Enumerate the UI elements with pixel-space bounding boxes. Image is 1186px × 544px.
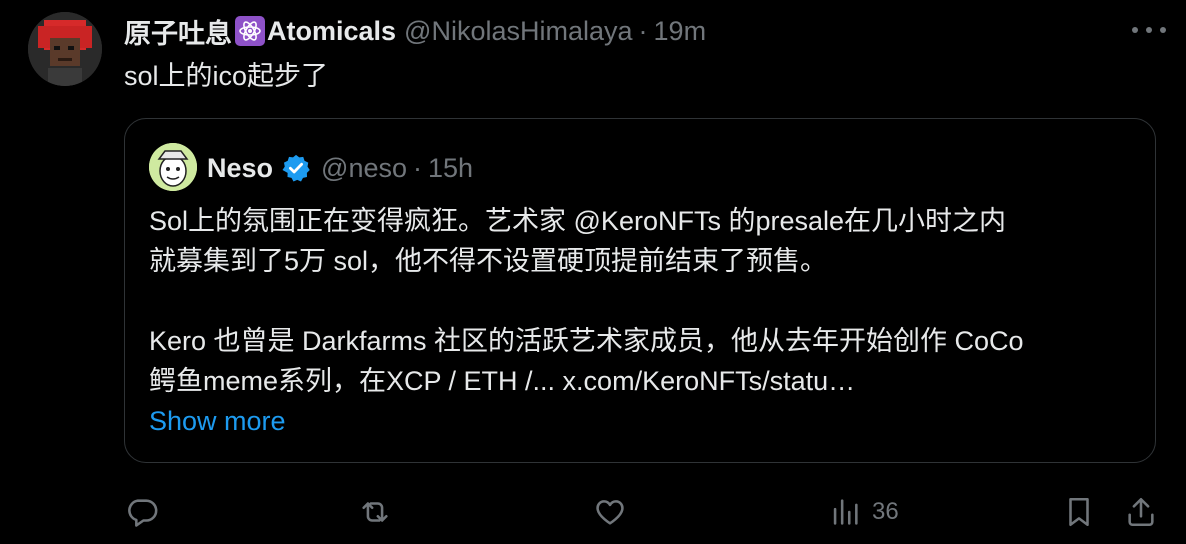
show-more-link[interactable]: Show more bbox=[149, 401, 1139, 441]
quoted-timestamp[interactable]: 15h bbox=[428, 153, 473, 184]
quoted-author-avatar[interactable] bbox=[149, 143, 197, 191]
reply-icon bbox=[128, 499, 158, 527]
author-handle[interactable]: @NikolasHimalaya bbox=[404, 16, 632, 47]
quoted-separator-dot: · bbox=[413, 152, 422, 183]
author-name-suffix[interactable]: Atomicals bbox=[267, 16, 396, 47]
like-icon bbox=[596, 500, 624, 525]
quoted-header: Neso @neso · 15h bbox=[207, 149, 473, 187]
bookmark-icon bbox=[1069, 497, 1089, 527]
atom-icon bbox=[235, 16, 265, 46]
reply-button[interactable] bbox=[125, 488, 159, 536]
share-icon bbox=[1128, 497, 1154, 527]
action-bar: 36 bbox=[0, 488, 1186, 536]
views-count: 36 bbox=[872, 498, 899, 525]
quoted-author-handle[interactable]: @neso bbox=[321, 153, 407, 184]
views-icon bbox=[833, 499, 858, 525]
like-button[interactable] bbox=[593, 488, 627, 536]
avatar-image bbox=[28, 12, 102, 86]
author-name[interactable]: 原子吐息 bbox=[124, 12, 232, 51]
tweet-header: 原子吐息 Atomicals @NikolasHimalaya · 19m bbox=[124, 12, 706, 50]
share-button[interactable] bbox=[1124, 488, 1158, 536]
quoted-avatar-image bbox=[149, 143, 197, 191]
quoted-text-line: 就募集到了5万 sol，他不得不设置硬顶提前结束了预售。 bbox=[149, 246, 828, 276]
tweet-text: sol上的ico起步了 bbox=[124, 61, 329, 91]
bookmark-button[interactable] bbox=[1062, 488, 1096, 536]
tweet-timestamp[interactable]: 19m bbox=[654, 16, 707, 47]
more-icon[interactable] bbox=[1132, 18, 1166, 42]
quoted-tweet-card[interactable]: Neso @neso · 15h Sol上的氛围正在变得疯狂。艺术家 @Kero… bbox=[124, 118, 1156, 463]
author-avatar[interactable] bbox=[28, 12, 102, 86]
views-button[interactable]: 36 bbox=[828, 488, 899, 536]
quoted-text-line: Kero 也曾是 Darkfarms 社区的活跃艺术家成员，他从去年开始创作 C… bbox=[149, 326, 1024, 356]
quoted-author-name[interactable]: Neso bbox=[207, 153, 273, 184]
retweet-icon bbox=[362, 502, 388, 522]
quoted-text-line: Sol上的氛围正在变得疯狂。艺术家 @KeroNFTs 的presale在几小时… bbox=[149, 206, 1007, 236]
quoted-text: Sol上的氛围正在变得疯狂。艺术家 @KeroNFTs 的presale在几小时… bbox=[149, 201, 1139, 441]
separator-dot: · bbox=[638, 15, 648, 46]
verified-badge-icon bbox=[281, 153, 311, 183]
quoted-text-line: 鳄鱼meme系列，在XCP / ETH /... x.com/KeroNFTs/… bbox=[149, 366, 856, 396]
retweet-button[interactable] bbox=[358, 488, 392, 536]
